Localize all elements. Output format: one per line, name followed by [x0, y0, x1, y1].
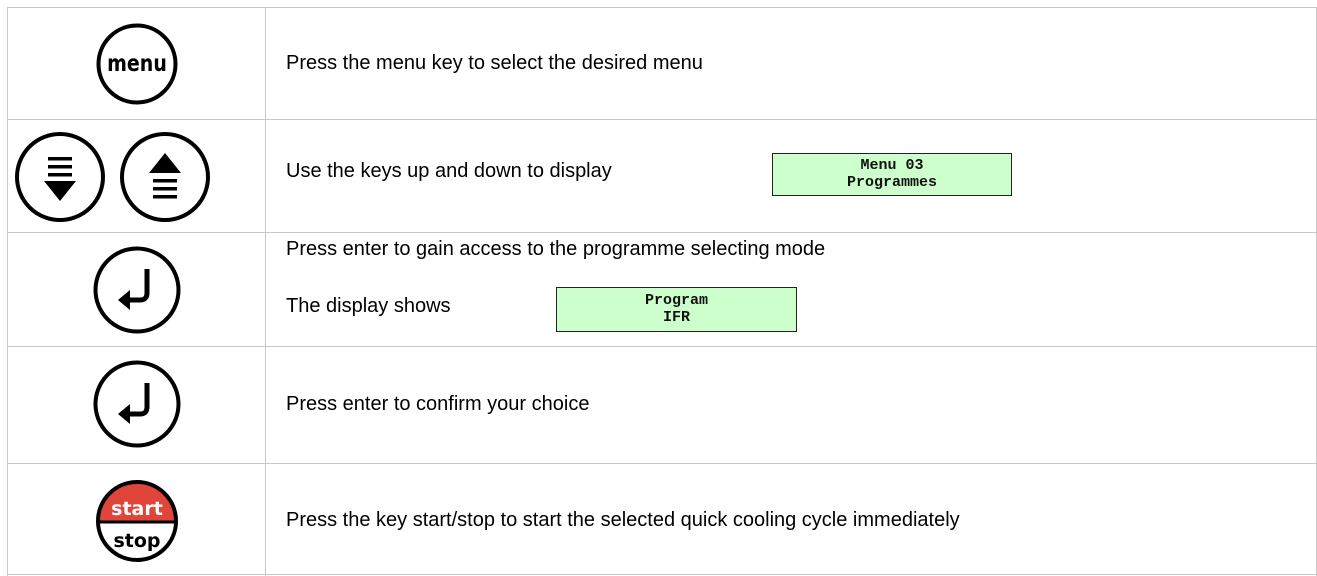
- menu-key-icon: menu: [96, 23, 178, 105]
- start-label: start: [111, 498, 163, 520]
- lcd-line-2: IFR: [662, 309, 690, 326]
- instruction-text: Press the menu key to select the desired…: [286, 52, 703, 74]
- up-key-icon: [120, 132, 210, 222]
- stop-label: stop: [113, 530, 160, 552]
- table-row: Press enter to confirm your choice: [7, 346, 1317, 463]
- lcd-display: Program IFR: [556, 287, 797, 332]
- text-cell: Use the keys up and down to display Menu…: [286, 120, 1317, 232]
- lcd-line-1: Menu 03: [860, 157, 924, 174]
- text-cell: Press the key start/stop to start the se…: [286, 464, 1317, 574]
- instruction-table: menu Press the menu key to select the de…: [7, 7, 1317, 575]
- lcd-display: Menu 03 Programmes: [772, 153, 1012, 196]
- instruction-text: Press enter to confirm your choice: [286, 393, 590, 415]
- icon-cell: [7, 347, 265, 463]
- icon-cell: [7, 120, 265, 232]
- instruction-text: Press the key start/stop to start the se…: [286, 509, 960, 531]
- down-key-icon: [15, 132, 105, 222]
- instruction-text-secondary: The display shows: [286, 295, 451, 317]
- table-row: start stop Press the key start/stop to s…: [7, 463, 1317, 575]
- icon-cell: [7, 233, 265, 346]
- instruction-text: Use the keys up and down to display: [286, 160, 612, 182]
- icon-cell: menu: [7, 8, 265, 119]
- start-stop-key-icon: start stop: [96, 480, 178, 562]
- icon-cell: start stop: [7, 464, 265, 574]
- text-cell: Press enter to gain access to the progra…: [286, 233, 1317, 346]
- lcd-line-1: Program: [644, 292, 708, 309]
- text-cell: Press the menu key to select the desired…: [286, 8, 1317, 119]
- table-row: Press enter to gain access to the progra…: [7, 232, 1317, 346]
- menu-key-label: menu: [107, 50, 167, 76]
- enter-key-icon: [93, 246, 181, 334]
- table-row: Use the keys up and down to display Menu…: [7, 119, 1317, 232]
- text-cell: Press enter to confirm your choice: [286, 347, 1317, 463]
- instruction-text: Press enter to gain access to the progra…: [286, 238, 826, 260]
- table-row: menu Press the menu key to select the de…: [7, 7, 1317, 119]
- enter-key-icon: [93, 360, 181, 448]
- lcd-line-2: Programmes: [846, 174, 937, 191]
